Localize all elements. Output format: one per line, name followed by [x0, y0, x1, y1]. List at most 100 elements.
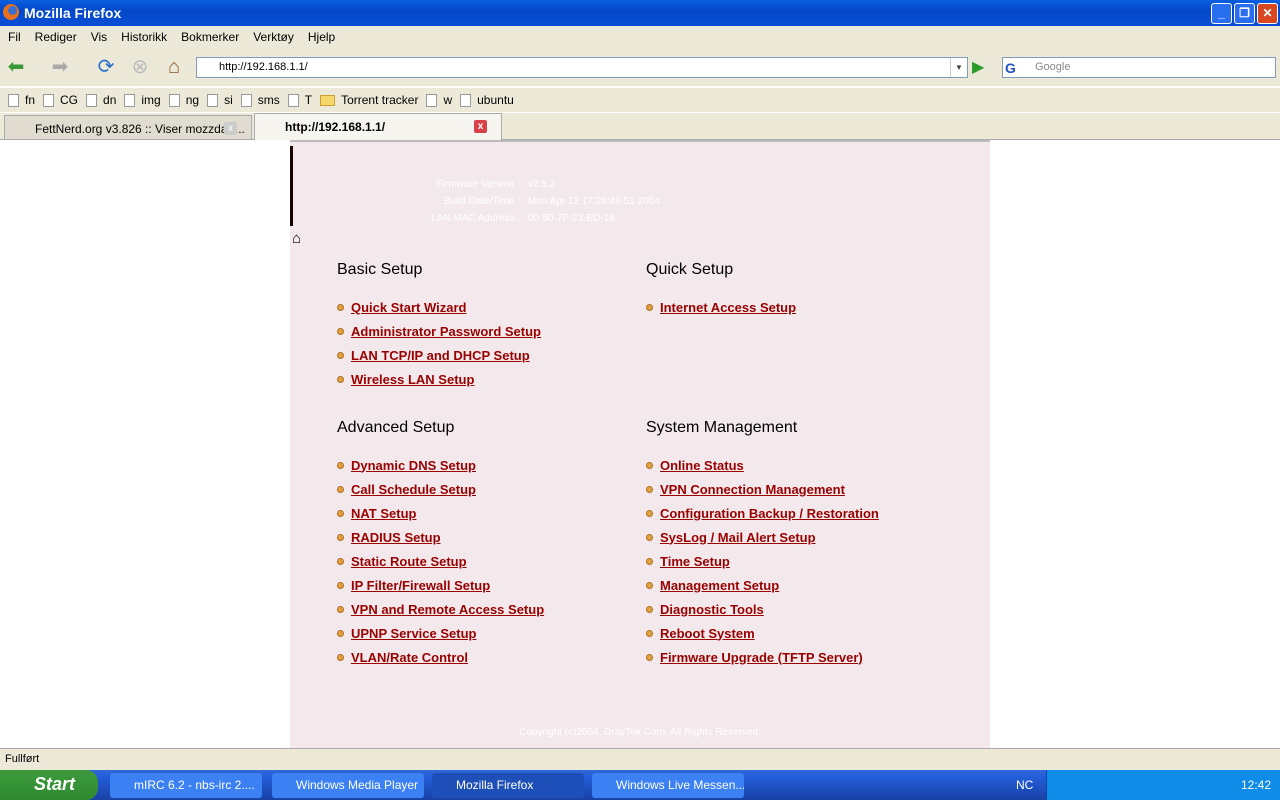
google-icon: G — [1005, 60, 1016, 76]
bookmark-item[interactable]: ng — [168, 93, 199, 107]
bookmark-item[interactable]: fn — [8, 93, 35, 107]
bookmark-label: fn — [25, 93, 36, 107]
link-label: Time Setup — [660, 553, 730, 569]
home-icon[interactable]: ⌂ — [292, 230, 301, 247]
taskbar-item-firefox[interactable]: Mozilla Firefox — [432, 773, 584, 798]
bookmark-item[interactable]: sms — [240, 93, 280, 107]
setup-link[interactable]: Configuration Backup / Restoration — [646, 501, 946, 525]
menu-item-0[interactable]: Fil — [8, 30, 21, 44]
setup-link[interactable]: Internet Access Setup — [646, 295, 946, 319]
menu-item-4[interactable]: Bokmerker — [181, 30, 239, 44]
setup-link[interactable]: Management Setup — [646, 573, 946, 597]
bookmark-label: img — [141, 93, 161, 107]
bookmark-item[interactable]: w — [426, 93, 452, 107]
copyright: Copyright (c)2004, DrayTek Corp. All Rig… — [519, 727, 761, 738]
bookmark-label: ubuntu — [477, 93, 514, 107]
menu-item-6[interactable]: Hjelp — [308, 30, 335, 44]
bookmark-item[interactable]: T — [287, 93, 312, 107]
link-label: Firmware Upgrade (TFTP Server) — [660, 649, 863, 665]
bookmark-item[interactable]: Torrent tracker — [320, 93, 418, 107]
setup-link[interactable]: Call Schedule Setup — [337, 477, 637, 501]
tab-router[interactable]: http://192.168.1.1/x — [254, 113, 502, 140]
page-icon — [426, 93, 438, 107]
setup-link[interactable]: Time Setup — [646, 549, 946, 573]
build-value: Mon Apr 12 17:28:49.51 2004 — [528, 196, 660, 207]
bookmark-label: Torrent tracker — [341, 93, 419, 107]
bookmark-label: CG — [60, 93, 79, 107]
close-tab-icon[interactable]: x — [474, 120, 487, 133]
setup-link[interactable]: Quick Start Wizard — [337, 295, 637, 319]
firefox-icon — [3, 4, 19, 20]
language-indicator[interactable]: NC — [1016, 778, 1033, 792]
bookmark-item[interactable]: CG — [43, 93, 78, 107]
setup-link[interactable]: VPN Connection Management — [646, 477, 946, 501]
setup-link[interactable]: IP Filter/Firewall Setup — [337, 573, 637, 597]
back-icon[interactable]: ⬅ — [4, 56, 28, 78]
setup-link[interactable]: Firmware Upgrade (TFTP Server) — [646, 645, 946, 669]
setup-link[interactable]: UPNP Service Setup — [337, 621, 637, 645]
window-title: Mozilla Firefox — [24, 5, 122, 21]
setup-link[interactable]: VPN and Remote Access Setup — [337, 597, 637, 621]
menu-item-5[interactable]: Verktøy — [253, 30, 294, 44]
link-label: Quick Start Wizard — [351, 299, 467, 315]
setup-link[interactable]: Diagnostic Tools — [646, 597, 946, 621]
setup-link[interactable]: Reboot System — [646, 621, 946, 645]
restore-button[interactable]: ❐ — [1234, 3, 1255, 24]
taskbar-item-media-player[interactable]: Windows Media Player — [272, 773, 424, 798]
search-placeholder: Google — [1035, 61, 1071, 73]
setup-link[interactable]: Wireless LAN Setup — [337, 367, 637, 391]
device-info: Firmware Version : v2.5.2 Build Date/Time… — [390, 176, 660, 227]
page-icon — [460, 93, 472, 107]
url-bar[interactable]: http://192.168.1.1/ ▼ — [196, 57, 968, 78]
taskbar-label: mIRC 6.2 - nbs-irc 2.... — [134, 778, 255, 792]
bookmark-item[interactable]: si — [207, 93, 233, 107]
firmware-label: Firmware Version : — [436, 179, 520, 190]
search-input[interactable]: G Google — [1002, 57, 1276, 78]
link-label: UPNP Service Setup — [351, 625, 477, 641]
bookmark-item[interactable]: dn — [86, 93, 116, 107]
setup-link[interactable]: Online Status — [646, 453, 946, 477]
bullet-icon — [646, 605, 653, 613]
stop-icon[interactable]: ⊗ — [128, 56, 152, 78]
reload-icon[interactable]: ⟳ — [94, 56, 118, 78]
tab-fettnerd[interactable]: FettNerd.org v3.826 :: Viser mozzdart...… — [4, 115, 252, 139]
setup-link[interactable]: RADIUS Setup — [337, 525, 637, 549]
section-basic-setup: Basic Setup Quick Start Wizard Administrat… — [337, 261, 637, 391]
taskbar-item-messenger[interactable]: Windows Live Messen... — [592, 773, 744, 798]
bullet-icon — [646, 581, 653, 589]
start-button[interactable]: Start — [0, 770, 98, 800]
bookmark-item[interactable]: img — [124, 93, 161, 107]
setup-link[interactable]: Static Route Setup — [337, 549, 637, 573]
taskbar: Start mIRC 6.2 - nbs-irc 2.... Windows M… — [0, 770, 1280, 800]
page-icon — [240, 93, 252, 107]
setup-link[interactable]: Dynamic DNS Setup — [337, 453, 637, 477]
menu-item-3[interactable]: Historikk — [121, 30, 167, 44]
setup-link[interactable]: NAT Setup — [337, 501, 637, 525]
bullet-icon — [646, 461, 653, 469]
bullet-icon — [646, 509, 653, 517]
page-icon — [8, 93, 19, 107]
bookmark-item[interactable]: ubuntu — [460, 93, 514, 107]
forward-icon[interactable]: ➡ — [48, 56, 72, 78]
setup-link[interactable]: VLAN/Rate Control — [337, 645, 637, 669]
chevron-down-icon[interactable]: ▼ — [950, 58, 967, 77]
setup-link[interactable]: SysLog / Mail Alert Setup — [646, 525, 946, 549]
mac-label: LAN MAC Address : — [431, 213, 520, 224]
menu-item-1[interactable]: Rediger — [35, 30, 77, 44]
section-title: System Management — [646, 419, 798, 436]
close-tab-icon[interactable]: x — [224, 122, 237, 135]
taskbar-item-mirc[interactable]: mIRC 6.2 - nbs-irc 2.... — [110, 773, 262, 798]
page-icon — [168, 93, 180, 107]
bookmark-label: w — [443, 93, 453, 107]
close-button[interactable]: ✕ — [1257, 3, 1278, 24]
menu-item-2[interactable]: Vis — [91, 30, 107, 44]
setup-link[interactable]: LAN TCP/IP and DHCP Setup — [337, 343, 637, 367]
link-label: Call Schedule Setup — [351, 481, 476, 497]
link-label: VPN Connection Management — [660, 481, 845, 497]
link-label: Configuration Backup / Restoration — [660, 505, 879, 521]
setup-link[interactable]: Administrator Password Setup — [337, 319, 637, 343]
link-label: SysLog / Mail Alert Setup — [660, 529, 816, 545]
minimize-button[interactable]: _ — [1211, 3, 1232, 24]
go-icon[interactable]: ▶ — [972, 57, 984, 77]
home-icon[interactable]: ⌂ — [162, 56, 186, 78]
